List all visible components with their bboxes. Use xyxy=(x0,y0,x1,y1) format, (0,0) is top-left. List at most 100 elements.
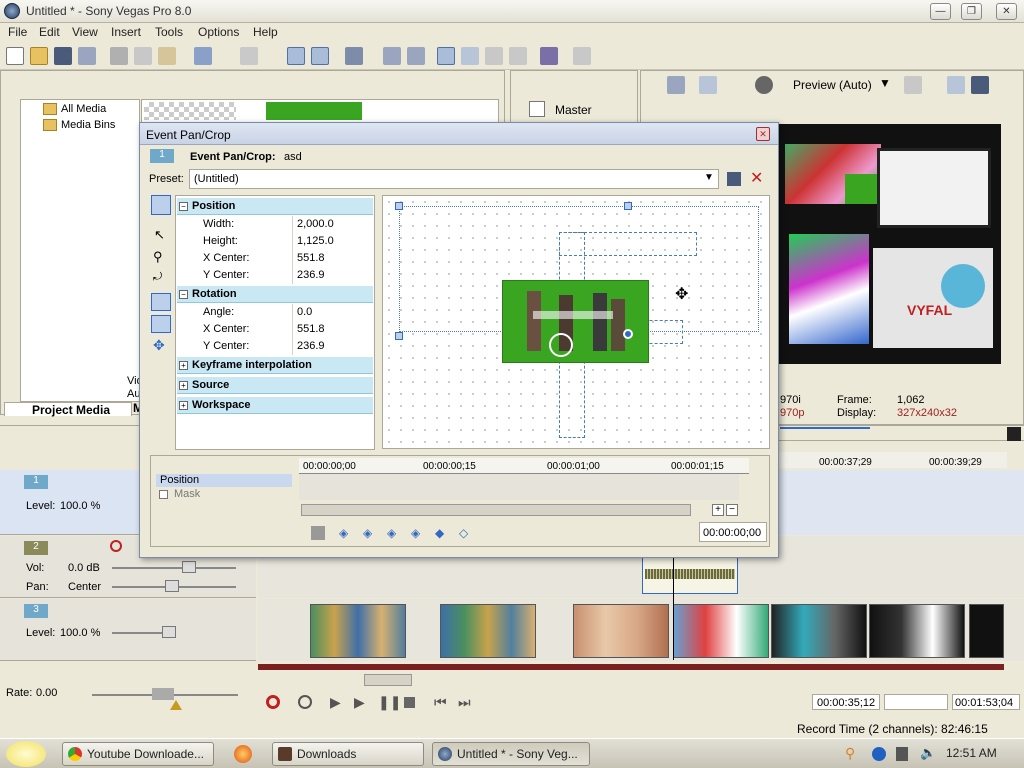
help-pointer-icon[interactable] xyxy=(573,47,591,65)
timeline-ruler[interactable]: 00:00:37;29 00:00:39;29 xyxy=(779,452,1007,468)
audio-event[interactable] xyxy=(642,556,738,594)
keyframe-track-mask[interactable]: Mask xyxy=(156,488,292,501)
dialog-close-button[interactable]: ✕ xyxy=(756,127,770,141)
keyframe-lane[interactable] xyxy=(299,474,739,500)
normal-edit-icon[interactable]: ↖ xyxy=(154,227,165,243)
menu-insert[interactable]: Insert xyxy=(111,25,141,39)
pan-crop-workspace[interactable]: ✥ xyxy=(382,195,770,449)
tree-item-all-media[interactable]: All Media xyxy=(43,103,106,116)
menu-help[interactable]: Help xyxy=(253,25,278,39)
mask-checkbox[interactable] xyxy=(159,490,168,499)
external-monitor-icon[interactable] xyxy=(699,76,717,94)
record-button[interactable] xyxy=(266,695,280,709)
keyframe-scrollbar[interactable] xyxy=(301,504,691,516)
next-keyframe-icon[interactable]: ◈ xyxy=(387,526,396,540)
chevron-down-icon[interactable]: ▼ xyxy=(879,76,891,90)
lock-aspect-ratio-icon[interactable] xyxy=(151,293,171,311)
cursor-time-field[interactable]: 00:00:35;12 xyxy=(812,694,880,710)
preview-properties-icon[interactable] xyxy=(667,76,685,94)
prop-row-angle[interactable]: Angle: 0.0 xyxy=(177,304,373,321)
selection-length-field[interactable]: 00:01:53;04 xyxy=(952,694,1020,710)
section-keyframe-interpolation[interactable]: + Keyframe interpolation xyxy=(177,357,373,374)
tree-item-media-bins[interactable]: Media Bins xyxy=(43,119,115,132)
copy-snapshot-icon[interactable] xyxy=(947,76,965,94)
zoom-in-button[interactable]: + xyxy=(712,504,724,516)
close-button[interactable]: ✕ xyxy=(996,3,1017,20)
arm-record-icon[interactable] xyxy=(110,540,122,552)
preview-quality-dropdown[interactable]: Preview (Auto) xyxy=(793,78,872,92)
go-to-start-icon[interactable]: ⏮ xyxy=(434,694,447,711)
video-event-3[interactable] xyxy=(573,604,669,658)
enable-rotation-icon[interactable]: ⤾ xyxy=(153,271,162,284)
tray-app-icon[interactable] xyxy=(872,747,886,761)
tray-device-icon[interactable] xyxy=(896,747,908,761)
volume-slider-thumb[interactable] xyxy=(182,561,196,573)
open-icon[interactable] xyxy=(30,47,48,65)
taskbar-button-sony-vegas[interactable]: Untitled * - Sony Veg... xyxy=(432,742,590,766)
search-tray-icon[interactable]: ⚲ xyxy=(845,745,855,762)
zoom-icon[interactable]: ⚲ xyxy=(153,249,163,265)
selection-start-field[interactable] xyxy=(884,694,948,710)
play-icon[interactable]: ▶ xyxy=(354,694,365,711)
keyframe-ruler[interactable]: 00:00:00;00 00:00:00;15 00:00:01;00 00:0… xyxy=(299,458,749,474)
dialog-title-bar[interactable]: Event Pan/Crop ✕ xyxy=(140,123,778,145)
menu-options[interactable]: Options xyxy=(198,25,239,39)
frame-handle-tl[interactable] xyxy=(395,202,403,210)
track-header-3[interactable]: 3 Level: 100.0 % xyxy=(0,599,256,661)
delete-preset-icon[interactable]: ✕ xyxy=(750,168,763,188)
sync-cursor-icon[interactable] xyxy=(311,526,325,540)
volume-tray-icon[interactable]: 🔈 xyxy=(920,745,936,761)
keyframe-time-field[interactable]: 00:00:00;00 xyxy=(699,522,767,542)
master-checkbox-icon[interactable] xyxy=(529,101,545,117)
rotation-handle-icon[interactable] xyxy=(623,329,633,339)
add-keyframe-icon[interactable]: ◆ xyxy=(435,526,444,540)
move-freely-icon[interactable]: ✥ xyxy=(153,337,165,354)
redo-icon[interactable] xyxy=(240,47,258,65)
play-from-start-icon[interactable]: ▶ xyxy=(330,694,341,711)
video-event-1[interactable] xyxy=(310,604,406,658)
go-to-end-icon[interactable]: ⏭ xyxy=(458,694,471,711)
frame-handle-left[interactable] xyxy=(395,332,403,340)
start-button-icon[interactable] xyxy=(6,741,46,767)
last-keyframe-icon[interactable]: ◈ xyxy=(411,526,420,540)
cut-icon[interactable] xyxy=(110,47,128,65)
frame-handle-top[interactable] xyxy=(624,202,632,210)
save-preset-icon[interactable] xyxy=(727,172,741,186)
first-keyframe-icon[interactable]: ◈ xyxy=(339,526,348,540)
snap-icon[interactable] xyxy=(287,47,305,65)
menu-view[interactable]: View xyxy=(72,25,98,39)
video-event-5[interactable] xyxy=(771,604,867,658)
prop-row-x-center[interactable]: X Center: 551.8 xyxy=(177,250,373,267)
menu-tools[interactable]: Tools xyxy=(155,25,183,39)
copy-icon[interactable] xyxy=(134,47,152,65)
vegas-app-icon[interactable] xyxy=(4,3,20,19)
tab-project-media[interactable]: Project Media xyxy=(4,402,132,417)
media-thumbnail-checker[interactable] xyxy=(144,102,236,120)
delete-keyframe-icon[interactable]: ◇ xyxy=(459,526,468,540)
selection-tool-icon[interactable] xyxy=(485,47,503,65)
envelope-tool-icon[interactable] xyxy=(461,47,479,65)
restore-button[interactable]: ❐ xyxy=(961,3,982,20)
prop-row-height[interactable]: Height: 1,125.0 xyxy=(177,233,373,250)
overlays-grid-icon[interactable] xyxy=(904,76,922,94)
level-slider-thumb[interactable] xyxy=(162,626,176,638)
new-icon[interactable] xyxy=(6,47,24,65)
preset-dropdown[interactable]: (Untitled) ▼ xyxy=(189,169,719,189)
loop-playback-icon[interactable] xyxy=(298,695,312,709)
minimize-button[interactable]: — xyxy=(930,3,951,20)
section-position[interactable]: − Position xyxy=(177,198,373,215)
show-properties-icon[interactable] xyxy=(151,195,171,215)
firefox-icon[interactable] xyxy=(234,745,252,763)
taskbar-button-youtube-downloader[interactable]: Youtube Downloade... xyxy=(62,742,214,766)
keyframe-track-position[interactable]: Position xyxy=(156,474,292,487)
normal-edit-tool-icon[interactable] xyxy=(437,47,455,65)
pan-slider-thumb[interactable] xyxy=(165,580,179,592)
center-point-icon[interactable] xyxy=(549,333,573,357)
prop-row-rotation-y-center[interactable]: Y Center: 236.9 xyxy=(177,338,373,355)
auto-crossfade-icon[interactable] xyxy=(311,47,329,65)
properties-icon[interactable] xyxy=(78,47,96,65)
zoom-tool-icon[interactable] xyxy=(509,47,527,65)
menu-file[interactable]: File xyxy=(8,25,27,39)
pause-icon[interactable]: ❚❚ xyxy=(378,694,401,711)
prop-row-rotation-x-center[interactable]: X Center: 551.8 xyxy=(177,321,373,338)
